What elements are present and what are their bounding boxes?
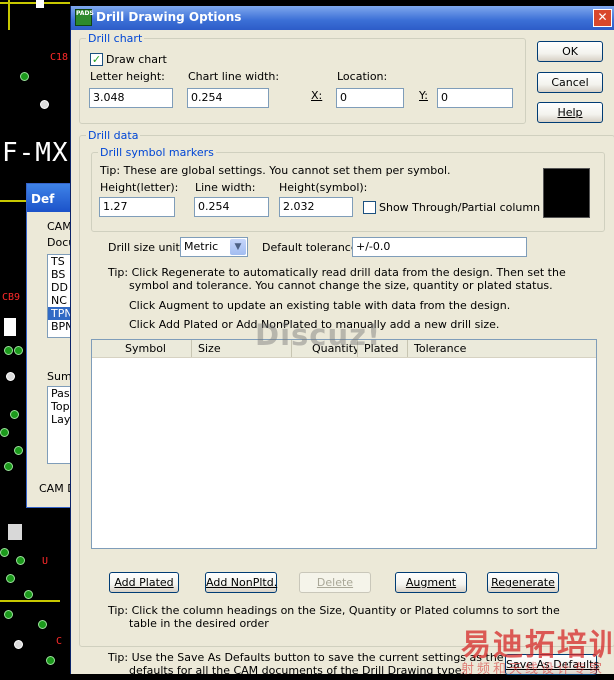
- letter-height-input[interactable]: 3.048: [89, 88, 173, 108]
- symbol-markers-tip: Tip: These are global settings. You cann…: [100, 164, 451, 177]
- cancel-button[interactable]: Cancel: [537, 72, 603, 93]
- augment-tip: Click Augment to update an existing tabl…: [129, 299, 511, 312]
- sort-columns-tip-line-1: Tip: Click the column headings on the Si…: [108, 604, 560, 617]
- location-label: Location:: [337, 70, 388, 83]
- pcb-pad: [4, 318, 16, 336]
- default-tolerance-label: Default tolerance:: [262, 241, 362, 254]
- add-plated-button[interactable]: Add Plated: [109, 572, 179, 593]
- draw-chart-checkbox[interactable]: ✓: [90, 53, 103, 66]
- pcb-via: [46, 656, 55, 665]
- pcb-via: [4, 462, 13, 471]
- save-defaults-tip-line-1: Tip: Use the Save As Defaults button to …: [108, 651, 504, 664]
- pcb-via: [38, 620, 47, 629]
- brand-watermark-line-2: 射频和天线设计专家: [461, 662, 606, 677]
- line-width-label: Line width:: [195, 181, 256, 194]
- default-tolerance-input[interactable]: +/-0.0: [352, 237, 527, 257]
- drill-size-units-value: Metric: [184, 240, 219, 253]
- pcb-trace: [0, 600, 60, 602]
- pcb-label: U: [42, 556, 49, 567]
- pcb-label: CB9: [2, 292, 21, 303]
- pcb-via: [0, 548, 9, 557]
- chevron-down-icon[interactable]: ▼: [230, 239, 246, 255]
- pcb-via: [0, 428, 9, 437]
- pcb-trace: [0, 2, 70, 4]
- augment-button[interactable]: Augment: [395, 572, 467, 593]
- pcb-via: [24, 590, 33, 599]
- pcb-via: [6, 574, 15, 583]
- background-window-label: CAM: [47, 220, 72, 233]
- regenerate-tip-line-1: Tip: Click Regenerate to automatically r…: [108, 266, 566, 279]
- drill-symbol-markers-label: Drill symbol markers: [98, 146, 216, 159]
- height-symbol-input[interactable]: 2.032: [279, 197, 353, 217]
- pcb-via: [4, 610, 13, 619]
- brand-watermark: 易迪拓培训 射频和天线设计专家: [461, 618, 614, 680]
- pcb-pad: [36, 0, 44, 8]
- regenerate-button[interactable]: Regenerate: [487, 572, 559, 593]
- height-letter-input[interactable]: 1.27: [99, 197, 175, 217]
- pcb-via: [10, 410, 19, 419]
- dialog-title: Drill Drawing Options: [96, 10, 242, 24]
- pcb-via: [40, 100, 49, 109]
- x-label: X:: [311, 89, 323, 102]
- pcb-via: [14, 640, 23, 649]
- y-label: Y:: [419, 89, 428, 102]
- regenerate-tip-line-2: symbol and tolerance. You cannot change …: [129, 279, 553, 292]
- pcb-label: C18: [50, 52, 69, 63]
- show-through-partial-checkbox[interactable]: [363, 201, 376, 214]
- save-defaults-tip-line-2: defaults for all the CAM documents of th…: [129, 664, 465, 677]
- delete-button[interactable]: Delete: [299, 572, 371, 593]
- close-button[interactable]: ✕: [593, 9, 612, 27]
- pcb-trace: [0, 200, 26, 202]
- show-through-partial-label: Show Through/Partial column: [379, 201, 541, 214]
- pcb-via: [4, 346, 13, 355]
- pads-app-icon: PADS: [75, 9, 94, 26]
- location-x-input[interactable]: 0: [336, 88, 404, 108]
- chart-line-width-input[interactable]: 0.254: [187, 88, 269, 108]
- drill-size-units-label: Drill size units:: [108, 241, 190, 254]
- help-button[interactable]: Help: [537, 102, 603, 123]
- pcb-via: [14, 446, 23, 455]
- height-symbol-label: Height(symbol):: [279, 181, 368, 194]
- draw-chart-label: Draw chart: [106, 53, 167, 66]
- letter-height-label: Letter height:: [90, 70, 165, 83]
- line-width-input[interactable]: 0.254: [194, 197, 269, 217]
- background-window-label: Sum: [47, 370, 72, 383]
- column-header-tolerance[interactable]: Tolerance: [408, 340, 596, 357]
- marker-color-swatch[interactable]: [543, 168, 590, 218]
- pcb-silkscreen-text: F-MX: [2, 138, 69, 168]
- chart-line-width-label: Chart line width:: [188, 70, 280, 83]
- column-header-symbol[interactable]: Symbol: [92, 340, 192, 357]
- drill-chart-group-label: Drill chart: [86, 32, 145, 45]
- pcb-via: [20, 72, 29, 81]
- pcb-pad: [8, 524, 22, 540]
- drill-size-units-select[interactable]: Metric ▼: [180, 237, 248, 257]
- height-letter-label: Height(letter):: [100, 181, 179, 194]
- forum-watermark: Discuz!: [255, 318, 382, 352]
- pcb-label: C: [56, 636, 63, 647]
- title-bar[interactable]: PADS Drill Drawing Options ✕: [71, 6, 614, 30]
- pcb-via: [6, 372, 15, 381]
- pcb-trace: [8, 0, 10, 30]
- add-nonplated-button[interactable]: Add NonPltd.: [205, 572, 277, 593]
- sort-columns-tip-line-2: table in the desired order: [129, 617, 269, 630]
- drill-table[interactable]: Symbol Size Quantity Plated Tolerance: [91, 339, 597, 549]
- location-y-input[interactable]: 0: [437, 88, 513, 108]
- pcb-via: [14, 346, 23, 355]
- drill-drawing-options-dialog: PADS Drill Drawing Options ✕ Drill chart…: [70, 6, 614, 677]
- ok-button[interactable]: OK: [537, 41, 603, 62]
- pcb-via: [16, 556, 25, 565]
- drill-data-group-label: Drill data: [86, 129, 141, 142]
